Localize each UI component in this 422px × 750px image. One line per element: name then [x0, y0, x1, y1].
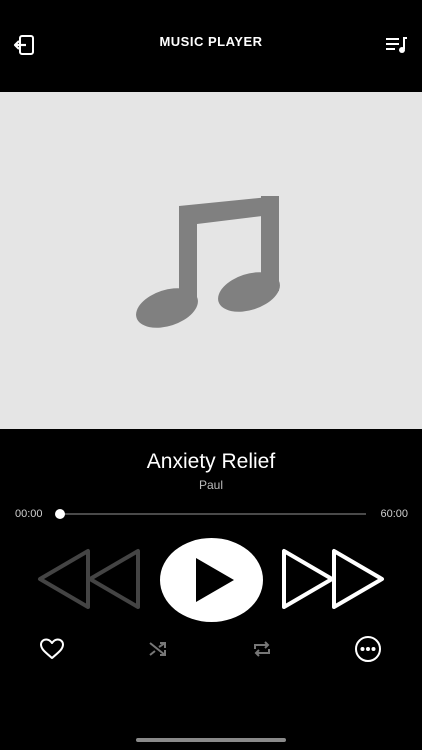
like-button[interactable] [38, 636, 66, 662]
progress-track[interactable] [55, 509, 366, 519]
header: MUSIC PLAYER [0, 0, 422, 92]
more-button[interactable] [354, 636, 382, 662]
home-indicator [136, 738, 286, 742]
current-time: 00:00 [15, 508, 43, 520]
heart-icon [40, 638, 64, 659]
fast-forward-icon [282, 549, 384, 609]
playlist-button[interactable] [384, 32, 410, 58]
rewind-icon [38, 549, 140, 609]
page-title: MUSIC PLAYER [159, 34, 263, 49]
total-time: 60:00 [380, 508, 408, 520]
artist-name: Paul [198, 478, 224, 492]
play-icon [195, 558, 234, 602]
play-button[interactable] [160, 538, 263, 622]
album-artwork [0, 92, 422, 429]
shuffle-button[interactable] [144, 636, 172, 662]
playlist-icon [386, 37, 407, 53]
shuffle-icon [149, 642, 166, 656]
song-title: Anxiety Relief [146, 450, 276, 473]
repeat-icon [254, 641, 270, 657]
music-note-icon [136, 195, 280, 328]
rewind-button[interactable] [36, 548, 142, 615]
repeat-button[interactable] [248, 636, 276, 662]
progress-knob[interactable] [55, 509, 65, 519]
more-icon [355, 636, 381, 662]
fast-forward-button[interactable] [280, 548, 386, 615]
